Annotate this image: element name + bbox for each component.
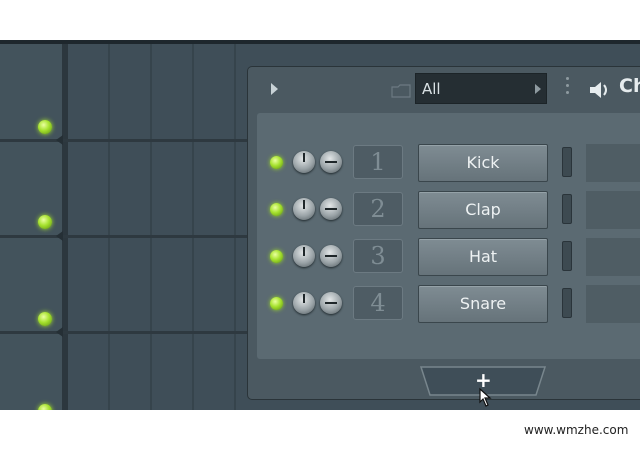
watermark: www.wmzhe.com (524, 423, 629, 437)
grid-bar-line (192, 44, 194, 410)
volume-knob[interactable] (293, 292, 315, 314)
channel-rack-window: All Ch 1 Kick 2 Clap 3 Hat 4 Snare (248, 67, 640, 399)
track-marker (56, 135, 63, 145)
mixer-track-number[interactable]: 2 (353, 192, 403, 226)
hand-cursor-icon (479, 387, 492, 407)
channel-row: 3 Hat (257, 237, 640, 277)
step-sequencer-area[interactable] (586, 191, 640, 229)
channel-mute-led[interactable] (270, 250, 283, 263)
channel-name-button[interactable]: Clap (418, 191, 548, 229)
channel-select-indicator[interactable] (562, 241, 572, 271)
playlist-top-border (0, 40, 640, 44)
step-sequencer-area[interactable] (586, 238, 640, 276)
mixer-track-number[interactable]: 3 (353, 239, 403, 273)
volume-knob[interactable] (293, 245, 315, 267)
pan-knob[interactable] (320, 292, 342, 314)
channel-mute-led[interactable] (270, 203, 283, 216)
mixer-track-number[interactable]: 4 (353, 286, 403, 320)
channel-mute-led[interactable] (270, 156, 283, 169)
pan-knob[interactable] (320, 151, 342, 173)
track-marker (56, 231, 63, 241)
folder-icon (391, 84, 411, 98)
channel-select-indicator[interactable] (562, 288, 572, 318)
filter-value: All (422, 80, 441, 98)
pan-knob[interactable] (320, 245, 342, 267)
volume-knob[interactable] (293, 151, 315, 173)
grid-bar-line (234, 44, 236, 410)
track-marker (56, 327, 63, 337)
track-mute-led[interactable] (38, 312, 52, 326)
channel-row: 2 Clap (257, 190, 640, 230)
track-mute-led[interactable] (38, 215, 52, 229)
grid-bar-line (150, 44, 152, 410)
channel-rack-header: All Ch (248, 67, 640, 111)
track-header-column (0, 44, 62, 410)
channel-name-button[interactable]: Snare (418, 285, 548, 323)
channel-select-indicator[interactable] (562, 194, 572, 224)
menu-dots-icon[interactable] (566, 77, 569, 101)
dropdown-arrow-icon (535, 84, 541, 94)
speaker-icon[interactable] (588, 79, 612, 101)
volume-knob[interactable] (293, 198, 315, 220)
step-sequencer-area[interactable] (586, 144, 640, 182)
channel-list: 1 Kick 2 Clap 3 Hat 4 Snare (257, 113, 640, 359)
channel-name-button[interactable]: Kick (418, 144, 548, 182)
channel-row: 1 Kick (257, 143, 640, 183)
channel-mute-led[interactable] (270, 297, 283, 310)
app-screenshot: All Ch 1 Kick 2 Clap 3 Hat 4 Snare + www… (0, 0, 640, 450)
step-sequencer-area[interactable] (586, 285, 640, 323)
play-arrow-icon[interactable] (271, 83, 278, 95)
channel-select-indicator[interactable] (562, 147, 572, 177)
track-column-separator (62, 44, 68, 410)
channel-name-button[interactable]: Hat (418, 238, 548, 276)
channel-row: 4 Snare (257, 284, 640, 324)
track-mute-led[interactable] (38, 120, 52, 134)
channel-filter-select[interactable]: All (415, 73, 547, 104)
pan-knob[interactable] (320, 198, 342, 220)
channel-rack-title: Ch (619, 75, 640, 97)
grid-bar-line (108, 44, 110, 410)
mixer-track-number[interactable]: 1 (353, 145, 403, 179)
